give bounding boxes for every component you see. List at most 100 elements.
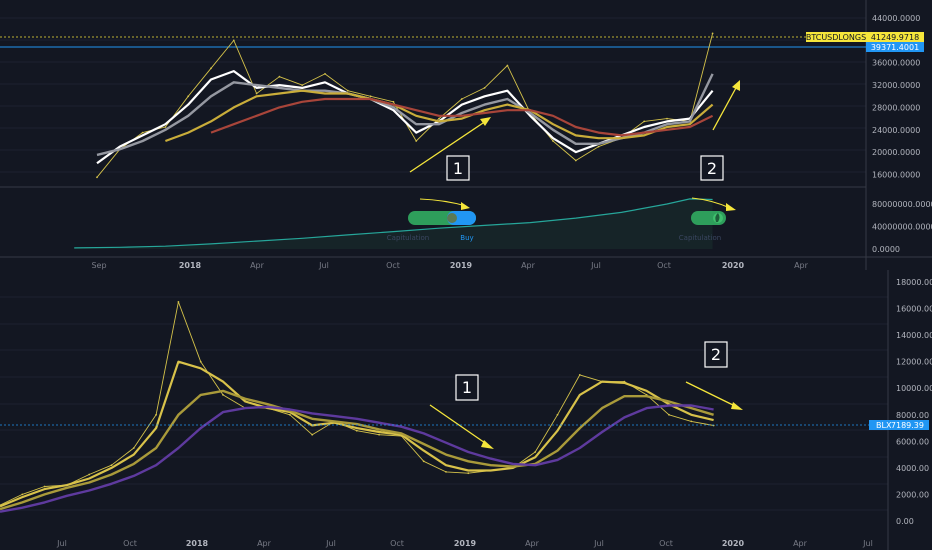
bottom-panel-series [0,301,715,513]
top-point [552,140,554,142]
bottom-series-2 [0,389,714,511]
bottom-y-tick: 2000.00 [896,490,929,499]
top-point [187,95,190,98]
bottom-y-tick: 14000.00 [896,331,932,340]
top-point [232,39,235,42]
top-y-tick: 36000.0000 [872,59,920,68]
bottom-x-tick: Jul [593,539,604,548]
blx-value: 7189.39 [891,421,924,430]
top-x-tick: Apr [794,261,809,270]
blx-symbol: BLX [876,421,892,430]
top-y-tick: 28000.0000 [872,103,920,112]
bottom-x-tick: Oct [123,539,137,548]
top-series-2 [96,73,714,157]
grid [0,17,888,511]
bottom-point [43,485,46,488]
top-x-tick: Oct [657,261,671,270]
top-x-tick: Jul [590,261,601,270]
top-point [210,67,212,70]
top-point [666,117,668,120]
bottom-x-tick: Jul [862,539,873,548]
capitulation-label-2: Capitulation [679,234,721,242]
top-x-tick: Sep [91,261,106,270]
arrow-2-bottom [685,381,738,408]
capitulation-label-1: Capitulation [387,234,429,242]
bottom-point [311,433,314,436]
longs-price-axis[interactable]: 80000000.0000 40000000.0000 0.0000 [872,200,932,254]
top-y-tick: 24000.0000 [872,126,920,135]
bottom-x-tick: Jul [56,539,67,548]
bottom-point [132,447,135,449]
bottom-y-tick: 0.00 [896,517,914,526]
bottom-x-tick: 2018 [186,539,209,548]
top-x-tick: Oct [386,261,400,270]
longs-y-tick: 80000000.0000 [872,200,932,209]
bottom-point [422,460,425,463]
bottom-time-axis[interactable]: Jul Oct 2018 Apr Jul Oct 2019 Apr Jul Oct 2020 Apr J… [56,539,873,548]
top-y-tick: 16000.0000 [872,171,920,180]
top-y-tick: 20000.0000 [872,148,920,157]
top-point [506,64,509,67]
bottom-point [690,420,693,423]
top-point [301,84,304,86]
bottom-x-tick: 2019 [454,539,477,548]
bottom-x-tick: Oct [390,539,404,548]
bottom-x-tick: 2020 [722,539,745,548]
bottom-y-tick: 6000.00 [896,437,929,446]
bottom-point [467,472,470,475]
top-point [392,100,395,103]
bottom-y-tick: 18000.00 [896,278,932,287]
top-point [164,126,167,128]
price-label-btcusdlongs: BTCUSDLONGS 41249.9718 [806,32,924,42]
top-point [369,95,372,98]
annotation-1-bottom-label: 1 [462,378,472,397]
bottom-x-tick: Apr [793,539,808,548]
top-y-tick: 32000.0000 [872,81,920,90]
arrow-longs-2-head [726,203,736,211]
bottom-point [88,473,91,476]
bottom-point [534,451,537,453]
bottom-point [177,301,180,303]
bottom-y-tick: 8000.00 [896,411,929,420]
top-point [574,159,577,162]
bottom-price-axis[interactable]: 18000.00 16000.00 14000.00 12000.00 10000.00… [896,278,932,526]
buy-label[interactable]: Buy [460,234,473,242]
bottom-x-tick: Apr [257,539,272,548]
arrow-longs-1 [419,198,467,207]
bottom-x-tick: Apr [525,539,540,548]
top-point [643,120,646,123]
top-y-tick: 44000.0000 [872,14,920,23]
top-point [324,73,326,75]
top-x-tick: 2020 [722,261,745,270]
top-point [438,117,440,120]
top-point [96,176,98,179]
top-point [141,131,144,134]
arrow-2-top-head [732,80,740,91]
annotation-1-bottom[interactable]: 1 [455,374,479,401]
longs-y-tick: 40000000.0000 [872,223,932,232]
bottom-point [222,394,224,396]
arrow-2-top [712,85,738,131]
top-x-tick: Jul [318,261,329,270]
bottom-point [199,360,202,363]
top-point [460,98,463,100]
bottom-point [578,374,581,376]
top-x-tick: 2018 [179,261,202,270]
bottom-series-3 [0,404,714,513]
bottom-y-tick: 4000.00 [896,464,929,473]
top-time-axis[interactable]: Sep 2018 Apr Jul Oct 2019 Apr Jul Oct 2020 Apr [91,261,808,270]
bottom-x-tick: Jul [325,539,336,548]
top-point [255,92,258,95]
annotation-1-top[interactable]: 1 [446,155,470,181]
annotation-2-top[interactable]: 2 [700,155,724,181]
annotation-2-bottom[interactable]: 2 [704,341,728,368]
chart-canvas[interactable]: 1 2 1 2 Capitulation Buy Capitulation 44… [0,0,932,550]
bottom-point [378,433,380,436]
annotation-2-top-label: 2 [707,159,717,178]
top-x-tick: Apr [521,261,536,270]
annotation-1-top-label: 1 [453,159,463,178]
bottom-point [556,413,559,416]
top-point [597,145,600,148]
annotation-2-bottom-label: 2 [711,345,721,364]
bottom-point [445,471,447,473]
